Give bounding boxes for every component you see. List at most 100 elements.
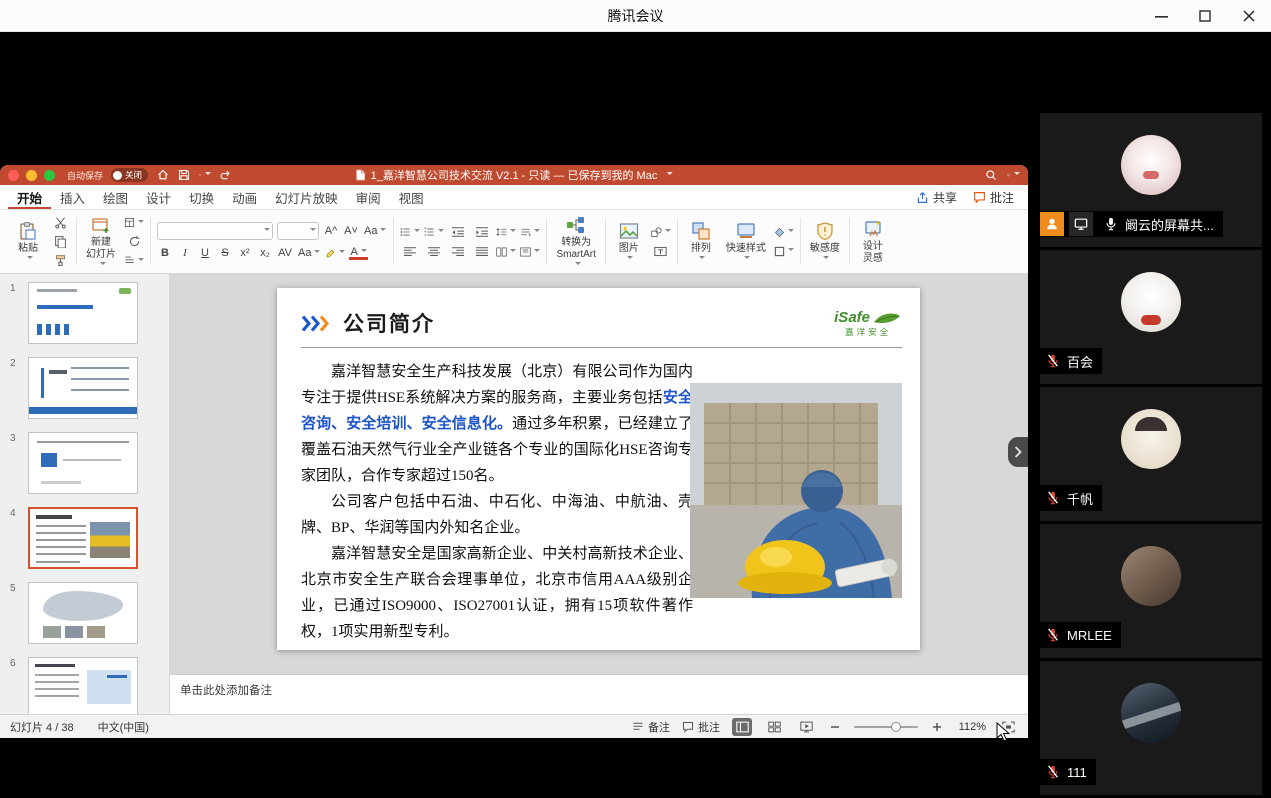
font-color-button[interactable]: A (349, 246, 367, 260)
tab-design[interactable]: 设计 (137, 185, 180, 209)
presenter-icon (1040, 212, 1064, 236)
feedback-smiley-icon[interactable] (1007, 169, 1020, 182)
align-text-button[interactable] (520, 244, 540, 259)
slide-thumb-preview (28, 657, 138, 714)
comments-toggle-button[interactable]: 批注 (682, 719, 720, 735)
close-button[interactable] (1241, 8, 1257, 24)
document-title: 1_嘉洋智慧公司技术交流 V2.1 - 只读 — 已保存到我的 Mac (356, 165, 673, 185)
text-direction-button[interactable] (520, 224, 540, 239)
align-left-button[interactable] (400, 244, 420, 259)
decrease-indent-button[interactable] (448, 224, 468, 239)
zoom-out-button[interactable] (828, 720, 842, 734)
quick-styles-button[interactable]: 快速样式 (723, 219, 769, 265)
normal-view-button[interactable] (732, 718, 752, 736)
participant-tile[interactable]: 千帆 (1040, 387, 1262, 521)
mac-zoom-button[interactable] (44, 170, 55, 181)
subscript-button[interactable]: x₂ (257, 245, 273, 261)
align-right-button[interactable] (448, 244, 468, 259)
superscript-button[interactable]: x² (237, 245, 253, 261)
slide-sorter-view-button[interactable] (764, 718, 784, 736)
convert-to-smartart-button[interactable]: 转换为 SmartArt (553, 213, 598, 270)
design-ideas-label: 设计 灵感 (863, 241, 883, 264)
numbering-button[interactable] (424, 224, 444, 239)
slideshow-button[interactable] (796, 718, 816, 736)
tab-transitions[interactable]: 切换 (180, 185, 223, 209)
participant-tile-sharing[interactable]: 阚云的屏幕共... (1040, 113, 1262, 247)
bullets-button[interactable] (400, 224, 420, 239)
undo-icon[interactable] (198, 169, 211, 182)
new-slide-button[interactable]: 新建 幻灯片 (83, 213, 119, 270)
tab-home[interactable]: 开始 (8, 185, 51, 209)
text-box-button[interactable] (651, 244, 671, 259)
mac-close-button[interactable] (8, 170, 19, 181)
participant-tile[interactable]: MRLEE (1040, 524, 1262, 658)
zoom-slider[interactable] (854, 726, 918, 728)
redo-icon[interactable] (219, 169, 232, 182)
paste-label: 粘贴 (18, 243, 38, 255)
sensitivity-icon (815, 221, 835, 241)
line-spacing-button[interactable] (496, 224, 516, 239)
shape-fill-button[interactable] (774, 225, 794, 240)
slide-thumbnail-6[interactable]: 6 (28, 657, 138, 714)
save-icon[interactable] (177, 169, 190, 182)
reset-slide-button[interactable] (124, 234, 144, 249)
notes-toggle-button[interactable]: 备注 (632, 719, 670, 735)
italic-button[interactable]: I (177, 245, 193, 261)
share-button[interactable]: 共享 (916, 189, 957, 206)
arrange-button[interactable]: 排列 (684, 219, 718, 265)
columns-button[interactable] (496, 244, 516, 259)
justify-button[interactable] (472, 244, 492, 259)
tab-view[interactable]: 视图 (390, 185, 433, 209)
underline-button[interactable]: U (197, 245, 213, 261)
align-center-button[interactable] (424, 244, 444, 259)
zoom-slider-knob[interactable] (891, 722, 901, 732)
change-case-button[interactable]: Aa (297, 245, 321, 261)
tab-review[interactable]: 审阅 (347, 185, 390, 209)
notes-pane[interactable]: 单击此处添加备注 (170, 674, 1028, 714)
home-icon[interactable] (156, 169, 169, 182)
font-name-select[interactable] (157, 222, 273, 240)
search-icon[interactable] (984, 169, 997, 182)
language-indicator[interactable]: 中文(中国) (98, 719, 149, 735)
participant-tile[interactable]: 百会 (1040, 250, 1262, 384)
sensitivity-button[interactable]: 敏感度 (807, 219, 843, 265)
shapes-button[interactable] (651, 225, 671, 240)
section-button[interactable] (124, 253, 144, 268)
tab-animations[interactable]: 动画 (223, 185, 266, 209)
picture-button[interactable]: 图片 (612, 219, 646, 265)
bold-button[interactable]: B (157, 245, 173, 261)
slide-thumbnail-4-selected[interactable]: 4 (28, 507, 138, 569)
slide-thumbnail-3[interactable]: 3 (28, 432, 138, 494)
comments-button[interactable]: 批注 (973, 189, 1014, 206)
highlight-color-button[interactable] (325, 246, 345, 261)
participant-tile[interactable]: 111 (1040, 661, 1262, 795)
zoom-in-button[interactable] (930, 720, 944, 734)
paste-button[interactable]: 粘贴 (11, 219, 45, 265)
tab-slideshow[interactable]: 幻灯片放映 (266, 185, 347, 209)
minimize-button[interactable] (1153, 8, 1169, 24)
font-size-select[interactable] (277, 222, 319, 240)
tab-insert[interactable]: 插入 (51, 185, 94, 209)
shrink-font-button[interactable]: A˅ (343, 223, 359, 239)
slide-thumbnail-1[interactable]: 1 (28, 282, 138, 344)
grow-font-button[interactable]: A^ (323, 223, 339, 239)
slide-thumbnail-2[interactable]: 2 (28, 357, 138, 419)
clear-formatting-button[interactable]: Aa (363, 223, 387, 239)
mac-minimize-button[interactable] (26, 170, 37, 181)
increase-indent-button[interactable] (472, 224, 492, 239)
slide-thumb-preview (28, 582, 138, 644)
maximize-button[interactable] (1197, 8, 1213, 24)
character-spacing-button[interactable]: AV (277, 245, 293, 261)
zoom-level[interactable]: 112% (956, 721, 986, 733)
tab-draw[interactable]: 绘图 (94, 185, 137, 209)
cut-button[interactable] (50, 215, 70, 230)
shape-outline-button[interactable] (774, 244, 794, 259)
copy-button[interactable] (50, 234, 70, 249)
format-painter-button[interactable] (50, 253, 70, 268)
autosave-toggle[interactable]: 关闭 (111, 168, 148, 182)
design-ideas-button[interactable]: 设计 灵感 (856, 217, 890, 266)
slide-thumbnail-5[interactable]: 5 (28, 582, 138, 644)
strikethrough-button[interactable]: S (217, 245, 233, 261)
participants-collapse-button[interactable] (1008, 437, 1028, 467)
slide-layout-button[interactable] (124, 215, 144, 230)
